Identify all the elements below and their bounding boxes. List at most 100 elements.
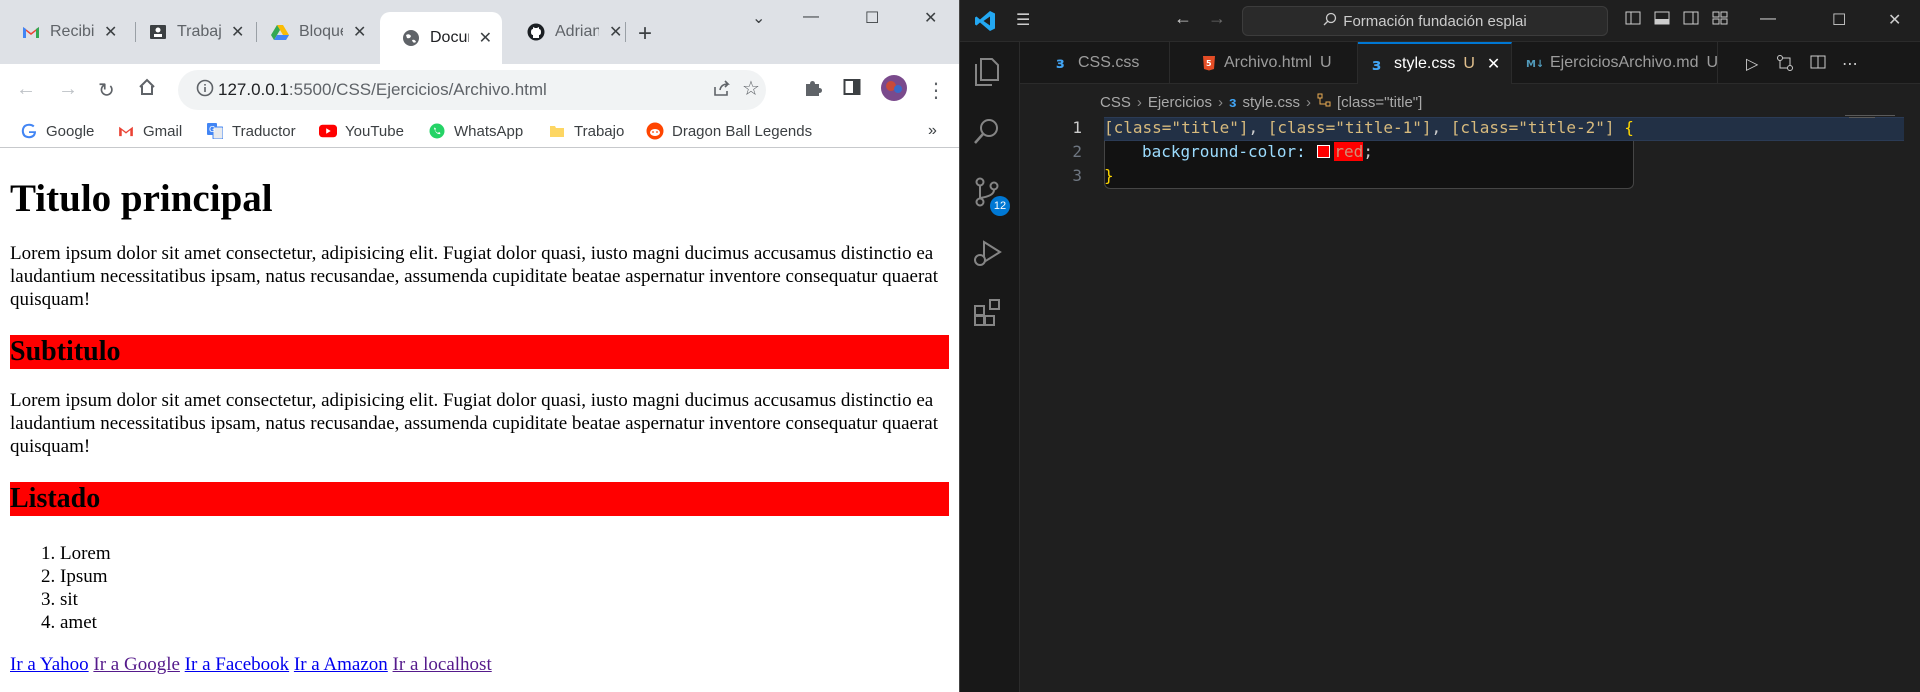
classroom-icon xyxy=(149,23,167,41)
tab-archivo-html[interactable]: 5 Archivo.html U xyxy=(1170,42,1358,84)
minimize-icon[interactable]: — xyxy=(1760,10,1776,28)
bookmark-whatsapp[interactable]: WhatsApp xyxy=(428,122,523,140)
css-property: background-color: xyxy=(1142,142,1306,161)
tab-classroom[interactable]: Trabaj ✕ xyxy=(127,12,254,52)
tab-gmail[interactable]: Recibi ✕ xyxy=(0,12,127,52)
customize-layout-icon[interactable] xyxy=(1712,10,1728,31)
tab-title: Trabaj xyxy=(177,23,221,40)
bookmark-dragon-ball[interactable]: Dragon Ball Legends xyxy=(646,122,812,140)
github-icon xyxy=(527,23,545,41)
symbol-icon xyxy=(1317,93,1331,111)
code-editor[interactable]: 1 2 3 [class="title"], [class="title-1"]… xyxy=(1020,114,1920,692)
list-item: Lorem xyxy=(60,542,949,565)
youtube-icon xyxy=(319,122,337,140)
star-icon[interactable]: ☆ xyxy=(742,76,760,101)
link-localhost[interactable]: Ir a localhost xyxy=(393,654,492,675)
run-debug-icon[interactable] xyxy=(972,236,1008,272)
link-yahoo[interactable]: Ir a Yahoo xyxy=(10,654,89,675)
ordered-list: Lorem Ipsum sit amet xyxy=(10,542,949,634)
menu-hamburger-icon[interactable]: ☰ xyxy=(1016,10,1030,30)
toggle-secondary-sidebar-icon[interactable] xyxy=(1683,10,1699,31)
forward-icon[interactable]: → xyxy=(1208,8,1226,29)
line-number: 1 xyxy=(1072,118,1082,137)
close-icon[interactable]: ✕ xyxy=(231,22,244,42)
list-item: sit xyxy=(60,588,949,611)
tab-title: Docum xyxy=(430,29,469,46)
minimize-icon[interactable]: — xyxy=(803,8,819,26)
tab-documento[interactable]: Docum ✕ xyxy=(380,12,502,64)
menu-kebab-icon[interactable]: ⋮ xyxy=(926,78,946,103)
svg-text:M↓: M↓ xyxy=(1526,59,1542,69)
close-window-icon[interactable]: ✕ xyxy=(924,8,937,28)
close-icon[interactable]: ✕ xyxy=(353,22,366,42)
svg-text:5: 5 xyxy=(1206,59,1212,68)
gmail-icon xyxy=(117,122,135,140)
breadcrumb-item[interactable]: CSS xyxy=(1100,94,1131,111)
chevron-right-icon: › xyxy=(1136,93,1142,111)
breadcrumb-item[interactable]: [class="title"] xyxy=(1337,94,1422,111)
tab-github[interactable]: Adrian ✕ xyxy=(505,12,632,52)
explorer-icon[interactable] xyxy=(972,56,1008,92)
avatar[interactable] xyxy=(880,74,908,108)
extensions-icon[interactable] xyxy=(803,78,823,104)
link-facebook[interactable]: Ir a Facebook xyxy=(185,654,289,675)
close-icon[interactable]: ✕ xyxy=(479,28,492,48)
bookmark-google[interactable]: Google xyxy=(20,122,94,140)
css-selector: [class="title-2"] xyxy=(1450,118,1615,137)
info-icon[interactable] xyxy=(196,79,214,100)
tab-divider xyxy=(625,22,626,42)
untracked-indicator: U xyxy=(1463,55,1475,72)
chrome-window: Recibi ✕ Trabaj ✕ Bloque ✕ Docum ✕ xyxy=(0,0,959,692)
home-icon[interactable] xyxy=(138,78,156,102)
forward-icon[interactable]: → xyxy=(58,78,78,101)
tab-title: Adrian xyxy=(555,23,599,40)
close-window-icon[interactable]: ✕ xyxy=(1888,10,1901,30)
css-selector: [class="title-1"] xyxy=(1267,118,1432,137)
bookmarks-overflow[interactable]: » xyxy=(928,122,937,140)
chevron-down-icon[interactable]: ⌄ xyxy=(752,8,765,28)
back-icon[interactable]: ← xyxy=(16,78,36,101)
css-selector: [class="title"] xyxy=(1104,118,1249,137)
link-google[interactable]: Ir a Google xyxy=(93,654,180,675)
split-editor-icon[interactable] xyxy=(1810,54,1826,75)
reload-icon[interactable]: ↻ xyxy=(98,78,115,103)
tab-style-css[interactable]: з style.css U ✕ xyxy=(1358,42,1512,84)
bookmark-label: Dragon Ball Legends xyxy=(672,122,813,140)
bookmark-gmail[interactable]: Gmail xyxy=(117,122,182,140)
tab-ejercicios-md[interactable]: M↓ EjerciciosArchivo.md U xyxy=(1512,42,1718,84)
close-icon[interactable]: ✕ xyxy=(609,22,622,42)
breadcrumb-item[interactable]: style.css xyxy=(1243,94,1301,111)
run-icon[interactable]: ▷ xyxy=(1746,54,1758,74)
tab-drive[interactable]: Bloque ✕ xyxy=(249,12,376,52)
color-swatch-icon[interactable] xyxy=(1317,145,1331,158)
back-icon[interactable]: ← xyxy=(1174,8,1192,29)
extensions-icon[interactable] xyxy=(972,296,1008,332)
bookmark-youtube[interactable]: YouTube xyxy=(319,122,404,140)
bookmarks-bar: Google Gmail G Traductor YouTube WhatsAp… xyxy=(0,116,959,148)
search-icon[interactable] xyxy=(972,116,1008,152)
toggle-primary-sidebar-icon[interactable] xyxy=(1625,10,1641,31)
minimap[interactable] xyxy=(1845,114,1905,120)
close-icon[interactable]: ✕ xyxy=(104,22,117,42)
side-panel-icon[interactable] xyxy=(843,78,861,102)
bookmark-traductor[interactable]: G Traductor xyxy=(206,122,296,140)
toggle-panel-icon[interactable] xyxy=(1654,10,1670,31)
list-item: amet xyxy=(60,611,949,634)
command-center-search[interactable]: Formación fundación esplai xyxy=(1242,6,1608,36)
more-actions-icon[interactable]: ⋯ xyxy=(1842,54,1858,74)
maximize-icon[interactable]: ☐ xyxy=(865,8,879,28)
new-tab-button[interactable]: + xyxy=(638,20,652,48)
address-bar[interactable]: 127.0.0.1:5500/CSS/Ejercicios/Archivo.ht… xyxy=(178,70,766,110)
tab-css-css[interactable]: з CSS.css xyxy=(1020,42,1170,84)
bookmark-trabajo[interactable]: Trabajo xyxy=(548,122,624,140)
vscode-window: ☰ ← → Formación fundación esplai — ☐ ✕ 1… xyxy=(959,0,1920,692)
compare-changes-icon[interactable] xyxy=(1776,54,1794,77)
close-icon[interactable]: ✕ xyxy=(1487,54,1500,74)
share-icon[interactable] xyxy=(712,78,732,101)
link-amazon[interactable]: Ir a Amazon xyxy=(294,654,388,675)
links-row: Ir a Yahoo Ir a Google Ir a Facebook Ir … xyxy=(10,654,949,676)
maximize-icon[interactable]: ☐ xyxy=(1832,10,1846,30)
breadcrumb-item[interactable]: Ejercicios xyxy=(1148,94,1212,111)
line-number: 2 xyxy=(1072,142,1082,161)
translate-icon: G xyxy=(206,122,224,140)
